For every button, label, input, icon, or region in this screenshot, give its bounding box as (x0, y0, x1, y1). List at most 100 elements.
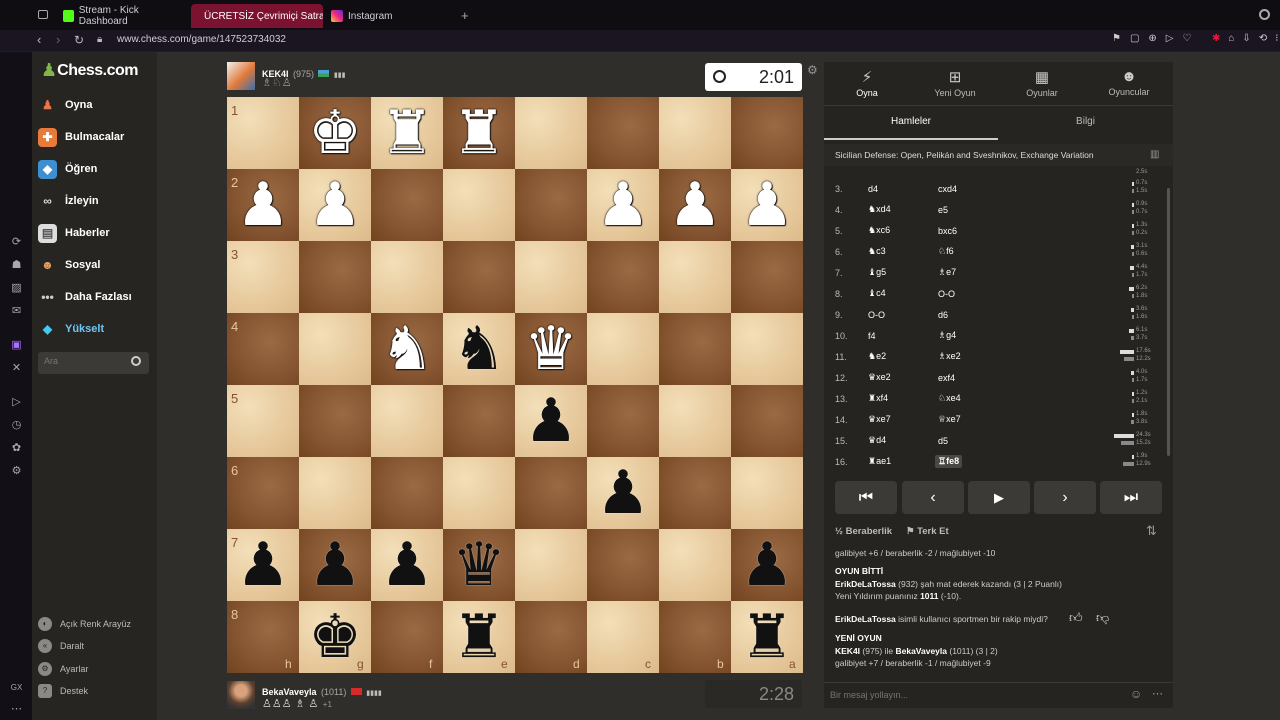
opening-name[interactable]: Sicilian Defense: Open, Pelikán and Sves… (835, 150, 1094, 160)
black-piece-g8[interactable]: ♚ (299, 601, 371, 673)
white-move[interactable]: ♞xd4 (868, 204, 891, 215)
black-piece-a7[interactable]: ♟ (731, 529, 803, 601)
white-move[interactable]: ♛xe2 (868, 372, 891, 383)
black-move[interactable]: cxd4 (938, 184, 957, 194)
tab-players[interactable]: ☻ Oyuncular (1094, 68, 1164, 97)
board-square-g4[interactable] (299, 313, 371, 385)
chat-player[interactable]: BekaVaveyla (895, 646, 947, 656)
white-piece-h2[interactable]: ♟ (227, 169, 299, 241)
board-square-b5[interactable] (659, 385, 731, 457)
settings-link[interactable]: ⚙ Ayarlar (38, 660, 88, 678)
white-move[interactable]: ♞xc6 (868, 225, 890, 236)
white-move[interactable]: O-O (868, 310, 885, 320)
black-move[interactable]: d5 (938, 436, 948, 446)
player-icon[interactable]: ▷ (10, 396, 23, 409)
thumbs-down-icon[interactable]: 👎︎ (1096, 610, 1109, 626)
chat-player[interactable]: KEK4I (835, 646, 860, 656)
board-square-e2[interactable] (443, 169, 515, 241)
aria-icon[interactable]: ☗ (10, 259, 23, 272)
board-square-d7[interactable] (515, 529, 587, 601)
back-icon[interactable]: ‹ (37, 32, 41, 47)
tab-kick[interactable]: Stream - Kick Dashboard (55, 4, 187, 28)
scrollbar[interactable] (1167, 188, 1170, 456)
board-square-b7[interactable] (659, 529, 731, 601)
search-tabs-icon[interactable] (1259, 9, 1270, 20)
board-square-g6[interactable] (299, 457, 371, 529)
subtab-moves[interactable]: Hamleler (824, 116, 998, 127)
black-move[interactable]: ♘xe4 (938, 393, 961, 404)
subtab-info[interactable]: Bilgi (998, 116, 1173, 127)
black-piece-h7[interactable]: ♟ (227, 529, 299, 601)
black-move[interactable]: O-O (938, 289, 955, 299)
reload-icon[interactable]: ↻ (74, 33, 84, 47)
white-move[interactable]: ♛xe7 (868, 414, 891, 425)
black-piece-g7[interactable]: ♟ (299, 529, 371, 601)
message-input[interactable] (830, 690, 1110, 700)
board-square-a5[interactable] (731, 385, 803, 457)
thumbs-up-icon[interactable]: 👍︎ (1069, 610, 1083, 626)
board-square-c1[interactable] (587, 97, 659, 169)
more-icon[interactable]: ⋯ (10, 703, 23, 716)
nav-learn[interactable]: ◆ Öğren (38, 157, 97, 181)
tab-instagram[interactable]: Instagram (323, 4, 453, 28)
extensions-icon[interactable]: ✿ (10, 442, 23, 455)
collapse-button[interactable]: «Daralt (38, 637, 84, 655)
draw-button[interactable]: ½ Beraberlik (835, 526, 892, 537)
black-piece-d5[interactable]: ♟ (515, 385, 587, 457)
white-move[interactable]: ♞e2 (868, 351, 886, 362)
black-move[interactable]: bxc6 (938, 226, 957, 236)
tab-chess[interactable]: ÜCRETSİZ Çevrimiçi Satra (191, 4, 323, 28)
chat-player[interactable]: ErikDeLaTossa (835, 614, 896, 624)
black-move[interactable]: ♕xe7 (938, 414, 961, 425)
chess-logo[interactable]: ♟ Chess.com (41, 60, 139, 81)
board-square-d3[interactable] (515, 241, 587, 313)
history-icon[interactable]: ⟳ (10, 236, 23, 249)
black-piece-f7[interactable]: ♟ (371, 529, 443, 601)
tab-new-game[interactable]: ⊞ Yeni Oyun (920, 68, 990, 98)
gx-icon[interactable]: GX (10, 681, 23, 694)
board-square-f6[interactable] (371, 457, 443, 529)
search-icon[interactable] (131, 356, 141, 366)
black-piece-c6[interactable]: ♟ (587, 457, 659, 529)
white-piece-d4[interactable]: ♛ (515, 313, 587, 385)
tab-games[interactable]: ▦ Oyunlar (1007, 68, 1077, 98)
chat-player[interactable]: ErikDeLaTossa (835, 579, 896, 589)
nav-play[interactable]: ♟ Oyna (38, 93, 92, 117)
black-move[interactable]: ♖fe8 (935, 455, 963, 468)
nav-puzzles[interactable]: ✚ Bulmacalar (38, 125, 124, 149)
board-square-c4[interactable] (587, 313, 659, 385)
extension-icons[interactable]: ✱⌂⇩⟲⁝ (1212, 33, 1280, 44)
new-tab-button[interactable]: + (461, 8, 469, 23)
light-theme-toggle[interactable]: ◐ Açık Renk Arayüz (38, 615, 131, 633)
white-piece-f1[interactable]: ♜ (371, 97, 443, 169)
board-square-c3[interactable] (587, 241, 659, 313)
white-piece-g1[interactable]: ♚ (299, 97, 371, 169)
resign-button[interactable]: ⚑ Terk Et (906, 526, 949, 537)
white-piece-c2[interactable]: ♟ (587, 169, 659, 241)
play-button[interactable]: ▶ (968, 481, 1030, 514)
white-piece-f4[interactable]: ♞ (371, 313, 443, 385)
x-icon[interactable]: ✕ (10, 362, 23, 375)
nav-watch[interactable]: ∞ İzleyin (38, 189, 98, 213)
more-options-icon[interactable]: ⋯ (1152, 687, 1163, 700)
white-move[interactable]: ♝c4 (868, 288, 886, 299)
support-link[interactable]: ? Destek (38, 682, 88, 700)
twitch-icon[interactable]: ▣ (10, 339, 23, 352)
image-icon[interactable]: ▨ (10, 282, 23, 295)
black-move[interactable]: ♘f6 (938, 246, 954, 257)
white-piece-g2[interactable]: ♟ (299, 169, 371, 241)
board-square-d2[interactable] (515, 169, 587, 241)
white-move[interactable]: ♞c3 (868, 246, 886, 257)
board-square-d1[interactable] (515, 97, 587, 169)
nav-more[interactable]: ••• Daha Fazlası (38, 285, 131, 309)
forward-icon[interactable]: › (56, 32, 60, 47)
board-square-e3[interactable] (443, 241, 515, 313)
white-piece-e1[interactable]: ♜ (443, 97, 515, 169)
move-list[interactable]: 2.5s 3. d4 cxd4 0.7s 1.5s 4. ♞xd4 e5 0.9s 0.7s 5. ♞… (824, 168, 1173, 470)
board-square-f5[interactable] (371, 385, 443, 457)
messenger-icon[interactable]: ✉ (10, 305, 23, 318)
white-move[interactable]: ♜xf4 (868, 393, 888, 404)
board-square-a1[interactable] (731, 97, 803, 169)
avatar[interactable] (227, 681, 255, 709)
nav-news[interactable]: ▤ Haberler (38, 221, 110, 245)
